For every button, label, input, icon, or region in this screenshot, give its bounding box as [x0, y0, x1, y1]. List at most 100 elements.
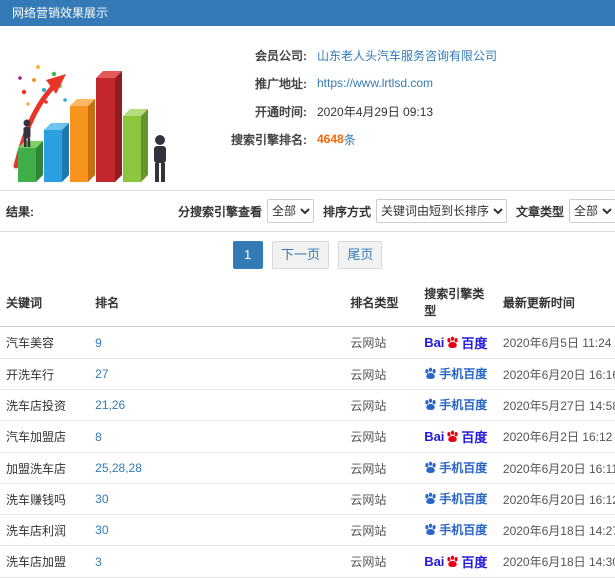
baidu-logo: Bai 百度: [424, 552, 487, 571]
update-time-cell: 2020年6月18日 14:30: [496, 545, 615, 578]
rank-cell: 30: [89, 514, 345, 546]
article-type-label: 文章类型: [516, 204, 565, 219]
keyword-cell: 洗车店加盟: [0, 545, 90, 578]
engine-filter-select[interactable]: 全部: [267, 199, 315, 223]
rank-cell: 8: [89, 420, 345, 453]
baidu-logo-text-cn: 百度: [461, 555, 488, 570]
rank-cell: 27: [89, 358, 345, 390]
rank-type-text: 云网站: [350, 430, 387, 444]
mobile-baidu-paw-icon: [425, 398, 436, 411]
mobile-baidu-logo: 手机百度: [424, 521, 487, 538]
rank-cell: 3: [89, 545, 345, 578]
rank-type-cell: 云网站: [344, 358, 419, 390]
engine-type-cell: 手机百度: [418, 452, 497, 484]
open-time-label: 开通时间:: [255, 104, 307, 119]
keyword-text: 洗车店利润: [6, 523, 67, 538]
rank-type-text: 云网站: [350, 367, 387, 382]
promotion-url-label: 推广地址:: [255, 76, 307, 91]
table-row: 加盟洗车店 25,28,28 云网站 手机百度 2020年6月20日 16:11: [0, 452, 615, 484]
keyword-cell: 汽车美容: [0, 326, 90, 359]
keyword-text: 汽车美容: [6, 336, 55, 350]
keyword-text: 加盟洗车店: [6, 461, 67, 476]
rank-link[interactable]: 9: [95, 336, 102, 350]
keyword-text: 洗车店加盟: [6, 555, 67, 569]
rank-link[interactable]: 21,26: [95, 398, 125, 412]
rank-type-cell: 云网站: [344, 452, 419, 484]
update-time-text: 2020年5月27日 14:58: [502, 398, 615, 413]
company-label: 会员公司:: [255, 48, 307, 63]
baidu-logo-text-bai: Bai: [424, 429, 445, 444]
engine-rank-label: 搜索引擎排名:: [231, 132, 307, 147]
rank-link[interactable]: 8: [95, 430, 102, 444]
results-table-body: 汽车美容 9 云网站 Bai 百度 2020年6月5日 11:24 开洗车行 27 云网站 手机百…: [0, 326, 615, 578]
rank-type-text: 云网站: [350, 555, 387, 569]
baidu-logo: Bai 百度: [424, 427, 487, 446]
chart-illustration: [10, 34, 185, 186]
rank-type-text: 云网站: [350, 398, 387, 413]
result-label: 结果:: [6, 204, 34, 219]
col-header-update-time: 最新更新时间: [496, 278, 615, 327]
rank-type-text: 云网站: [350, 461, 387, 476]
mobile-baidu-paw-icon: [425, 367, 436, 380]
keyword-cell: 洗车店投资: [0, 389, 90, 421]
rank-cell: 9: [89, 326, 345, 359]
promotion-url-link[interactable]: https://www.lrtlsd.com: [317, 76, 433, 90]
bar-chart-image: [13, 65, 166, 182]
update-time-text: 2020年6月20日 16:11: [502, 461, 615, 476]
update-time-cell: 2020年6月2日 16:12: [496, 420, 615, 453]
info-row-rank-count: 搜索引擎排名: 4648 条: [189, 130, 605, 148]
update-time-text: 2020年6月2日 16:12: [502, 430, 613, 444]
table-row: 汽车加盟店 8 云网站 Bai 百度 2020年6月2日 16:12: [0, 420, 615, 453]
update-time-text: 2020年6月18日 14:27: [502, 523, 615, 538]
engine-rank-unit: 条: [343, 132, 356, 147]
last-page-button[interactable]: 尾页: [338, 241, 383, 269]
keyword-text: 开洗车行: [6, 367, 55, 382]
rank-link[interactable]: 30: [95, 492, 108, 506]
engine-type-cell: 手机百度: [418, 483, 497, 515]
engine-type-cell: Bai 百度: [418, 545, 497, 578]
rank-link[interactable]: 25,28,28: [95, 461, 142, 475]
rank-link[interactable]: 3: [95, 555, 102, 569]
mobile-baidu-text: 手机百度: [439, 398, 488, 412]
pagination: 1 下一页 尾页: [0, 232, 615, 278]
company-name-link[interactable]: 山东老人头汽车服务咨询有限公司: [317, 47, 497, 64]
mobile-baidu-logo: 手机百度: [424, 365, 487, 382]
baidu-paw-icon: [447, 430, 459, 443]
engine-type-cell: 手机百度: [418, 389, 497, 421]
mobile-baidu-paw-icon: [425, 492, 436, 505]
mobile-baidu-text: 手机百度: [439, 492, 488, 506]
update-time-cell: 2020年6月20日 16:11: [496, 452, 615, 484]
rank-link[interactable]: 30: [95, 523, 108, 537]
rank-type-cell: 云网站: [344, 514, 419, 546]
rank-type-cell: 云网站: [344, 326, 419, 359]
mobile-baidu-paw-icon: [425, 461, 436, 474]
baidu-paw-icon: [447, 336, 459, 349]
sort-mode-label: 排序方式: [323, 204, 372, 219]
page-title: 网络营销效果展示: [12, 6, 109, 20]
page-header: 网络营销效果展示: [0, 0, 615, 26]
mobile-baidu-logo: 手机百度: [424, 490, 487, 507]
keyword-text: 洗车赚钱吗: [6, 492, 67, 507]
mobile-baidu-logo: 手机百度: [424, 396, 487, 413]
mobile-baidu-text: 手机百度: [439, 523, 488, 537]
update-time-cell: 2020年5月27日 14:58: [496, 389, 615, 421]
engine-type-cell: Bai 百度: [418, 420, 497, 453]
article-type-select[interactable]: 全部: [569, 199, 615, 223]
page-number-1[interactable]: 1: [232, 241, 263, 269]
update-time-cell: 2020年6月20日 16:16: [496, 358, 615, 390]
rank-link[interactable]: 27: [95, 367, 108, 381]
keyword-cell: 洗车店利润: [0, 514, 90, 546]
engine-type-cell: 手机百度: [418, 514, 497, 546]
rank-type-cell: 云网站: [344, 389, 419, 421]
col-header-rank-type: 排名类型: [344, 278, 419, 327]
table-row: 洗车赚钱吗 30 云网站 手机百度 2020年6月20日 16:12: [0, 483, 615, 515]
open-time-value: 2020年4月29日 09:13: [317, 104, 434, 119]
next-page-button[interactable]: 下一页: [271, 241, 329, 269]
sort-mode-select[interactable]: 关键词由短到长排序: [376, 199, 508, 223]
engine-rank-count: 4648: [317, 132, 344, 146]
keyword-cell: 开洗车行: [0, 358, 90, 390]
rank-type-text: 云网站: [350, 336, 387, 350]
update-time-cell: 2020年6月5日 11:24: [496, 326, 615, 359]
update-time-cell: 2020年6月18日 14:27: [496, 514, 615, 546]
update-time-text: 2020年6月18日 14:30: [502, 555, 615, 569]
